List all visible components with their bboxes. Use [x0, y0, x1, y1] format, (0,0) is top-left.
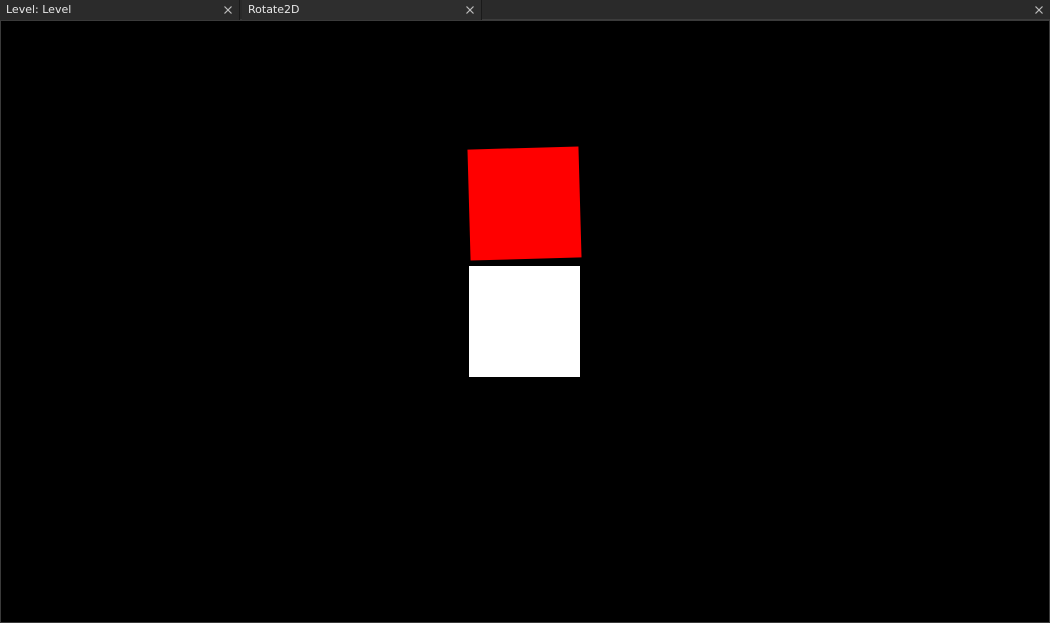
red-square — [467, 146, 582, 261]
tab-rotate2d[interactable]: Rotate2D — [242, 0, 482, 20]
tab-label: Rotate2D — [248, 3, 300, 16]
tab-level[interactable]: Level: Level — [0, 0, 240, 20]
editor-window: Level: Level Rotate2D — [0, 0, 1050, 623]
white-square — [469, 266, 580, 377]
close-icon[interactable] — [465, 5, 475, 15]
close-icon[interactable] — [223, 5, 233, 15]
game-viewport[interactable] — [0, 20, 1050, 623]
close-icon[interactable] — [1034, 5, 1044, 15]
tab-label: Level: Level — [6, 3, 72, 16]
tab-bar: Level: Level Rotate2D — [0, 0, 1050, 20]
